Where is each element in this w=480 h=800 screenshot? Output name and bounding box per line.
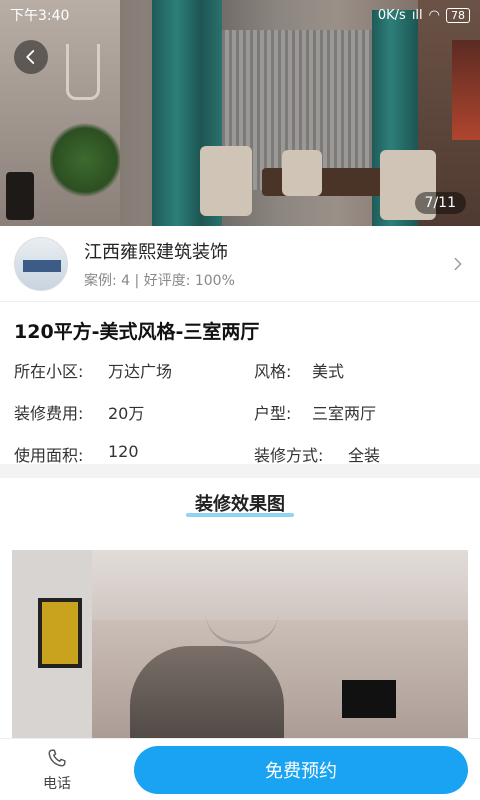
chevron-right-icon bbox=[454, 257, 462, 270]
phone-button[interactable]: 电话 bbox=[12, 747, 102, 793]
field-style: 风格: 美式 bbox=[254, 358, 466, 382]
archway bbox=[130, 646, 284, 746]
plant bbox=[50, 120, 120, 200]
chair bbox=[282, 150, 322, 196]
company-info: 江西雍熙建筑装饰 案例: 4 | 好评度: 100% bbox=[84, 238, 450, 290]
back-button[interactable] bbox=[14, 40, 48, 74]
wall-lamp bbox=[66, 44, 100, 100]
field-value: 120 bbox=[108, 442, 139, 461]
tv bbox=[342, 680, 396, 718]
field-layout: 户型: 三室两厅 bbox=[254, 400, 466, 424]
avatar-logo bbox=[23, 259, 61, 272]
case-title: 120平方-美式风格-三室两厅 bbox=[14, 321, 260, 343]
signal-icon: ıll bbox=[411, 7, 423, 23]
field-method: 装修方式: 全装 bbox=[254, 442, 466, 466]
battery-icon: 78 bbox=[446, 7, 470, 23]
gallery-image[interactable]: 下午3:40 0K/s ıll ◠ 78 7/11 bbox=[0, 0, 480, 226]
field-value: 全装 bbox=[348, 446, 381, 465]
case-fields: 所在小区: 万达广场 风格: 美式 装修费用: 20万 户型: 三室两厅 使用面… bbox=[14, 358, 466, 466]
section-divider bbox=[0, 464, 480, 478]
phone-label: 电话 bbox=[43, 775, 71, 792]
field-label: 装修方式: bbox=[254, 446, 324, 465]
company-avatar bbox=[14, 236, 68, 291]
field-value: 20万 bbox=[108, 404, 145, 423]
field-label: 所在小区: bbox=[14, 362, 84, 381]
field-area: 使用面积: 120 bbox=[14, 442, 254, 466]
company-row[interactable]: 江西雍熙建筑装饰 案例: 4 | 好评度: 100% bbox=[0, 226, 480, 302]
chair bbox=[200, 146, 252, 216]
status-bar: 下午3:40 0K/s ıll ◠ 78 bbox=[0, 0, 480, 30]
case-details: 120平方-美式风格-三室两厅 所在小区: 万达广场 风格: 美式 装修费用: … bbox=[0, 303, 480, 466]
status-right: 0K/s ıll ◠ 78 bbox=[377, 7, 470, 23]
section-underline bbox=[186, 513, 294, 517]
bottom-bar: 电话 免费预约 bbox=[0, 738, 480, 800]
field-label: 风格: bbox=[254, 362, 292, 381]
field-value: 美式 bbox=[312, 362, 345, 381]
field-label: 户型: bbox=[254, 404, 292, 423]
page-indicator: 7/11 bbox=[414, 192, 466, 214]
render-painting bbox=[38, 598, 82, 668]
phone-icon bbox=[48, 748, 66, 767]
screen: 下午3:40 0K/s ıll ◠ 78 7/11 江西雍熙建筑装饰 案例: 4… bbox=[0, 0, 480, 800]
lantern bbox=[6, 172, 34, 220]
status-time: 下午3:40 bbox=[10, 8, 70, 24]
field-cost: 装修费用: 20万 bbox=[14, 400, 254, 424]
field-value: 万达广场 bbox=[108, 362, 173, 381]
wall-art bbox=[452, 40, 480, 140]
field-value: 三室两厅 bbox=[312, 404, 377, 423]
wifi-icon: ◠ bbox=[428, 7, 440, 23]
chevron-left-icon bbox=[26, 50, 35, 64]
field-label: 装修费用: bbox=[14, 404, 84, 423]
chandelier bbox=[206, 614, 278, 644]
render-image[interactable] bbox=[12, 550, 468, 746]
network-speed: 0K/s bbox=[377, 7, 406, 23]
field-label: 使用面积: bbox=[14, 446, 84, 465]
company-stats: 案例: 4 | 好评度: 100% bbox=[84, 272, 235, 289]
company-name: 江西雍熙建筑装饰 bbox=[84, 241, 228, 263]
book-button[interactable]: 免费预约 bbox=[134, 745, 468, 794]
field-community: 所在小区: 万达广场 bbox=[14, 358, 254, 382]
